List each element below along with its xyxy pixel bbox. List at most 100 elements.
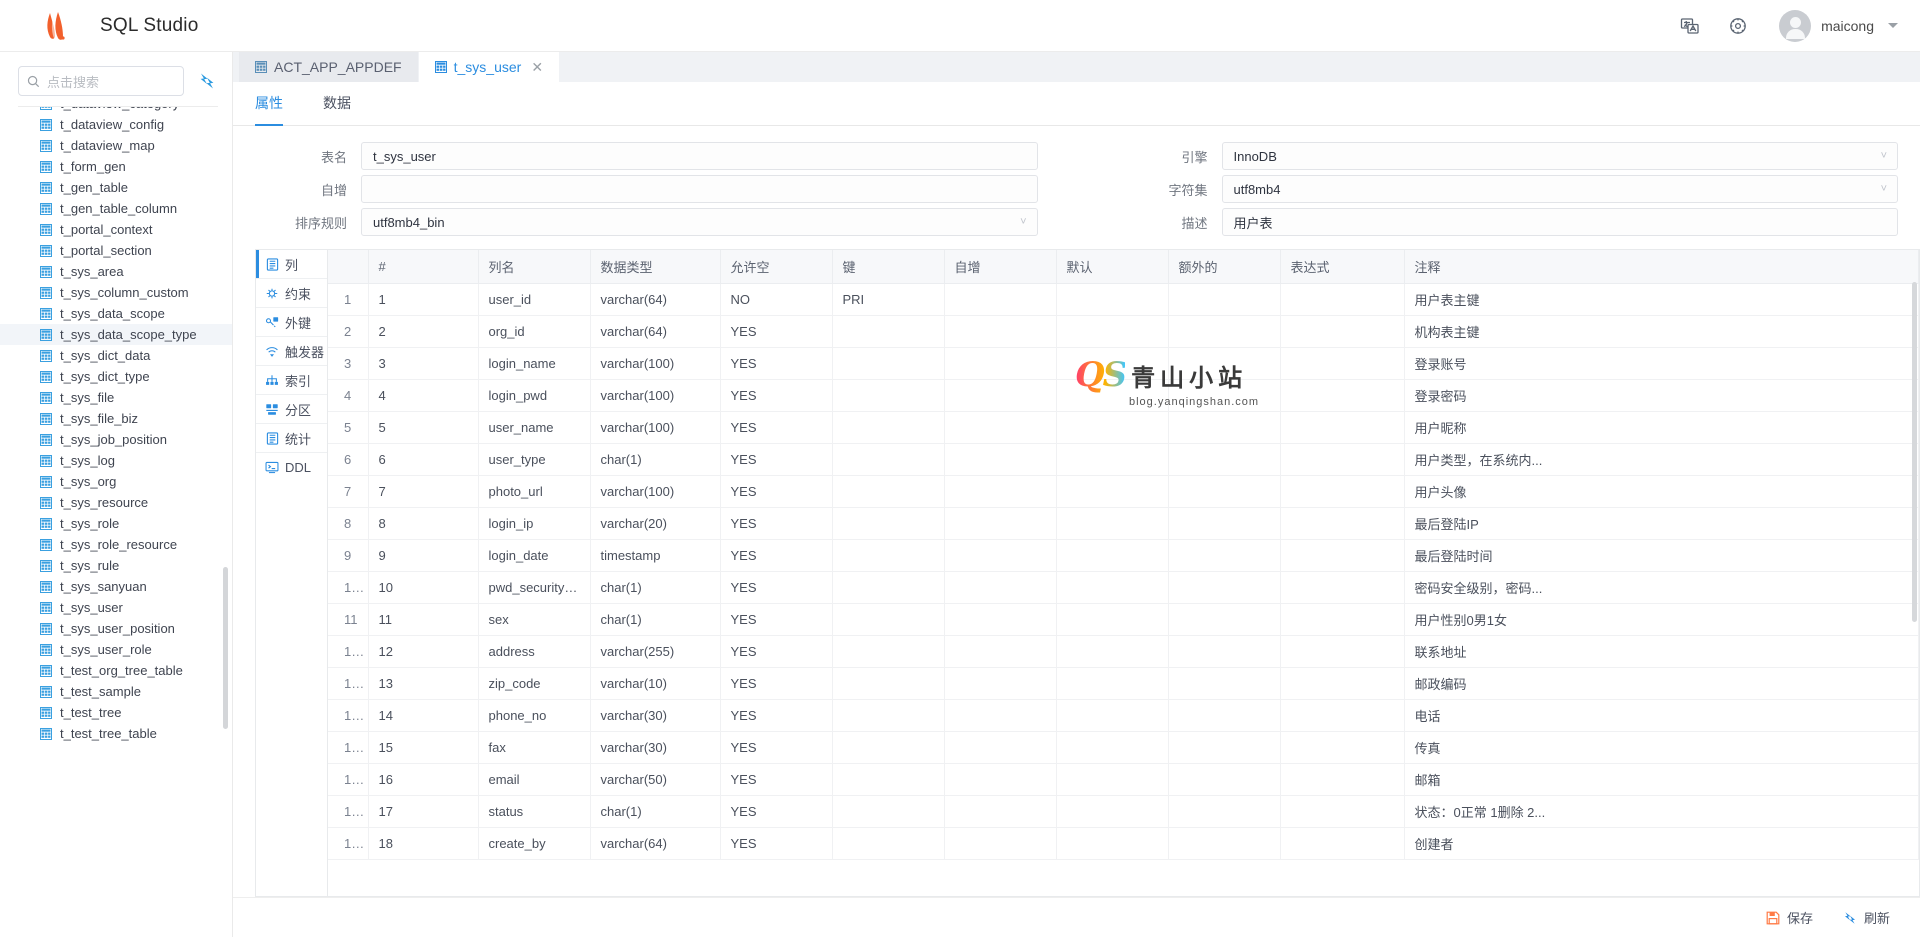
sidebar-table-item[interactable]: t_sys_log xyxy=(0,450,232,471)
grid-cell[interactable] xyxy=(1168,699,1281,732)
grid-cell[interactable]: varchar(10) xyxy=(590,667,721,700)
sidebar-table-item[interactable]: t_sys_sanyuan xyxy=(0,576,232,597)
grid-cell[interactable] xyxy=(832,507,945,540)
grid-cell[interactable] xyxy=(832,571,945,604)
grid-cell[interactable]: YES xyxy=(720,411,833,444)
grid-cell[interactable] xyxy=(1280,827,1405,860)
sidebar-table-item[interactable]: t_sys_user_position xyxy=(0,618,232,639)
sidebar-table-item[interactable]: t_sys_dict_data xyxy=(0,345,232,366)
grid-cell[interactable]: YES xyxy=(720,827,833,860)
grid-cell[interactable] xyxy=(1280,411,1405,444)
grid-cell[interactable] xyxy=(1280,763,1405,796)
grid-cell[interactable] xyxy=(1280,667,1405,700)
grid-cell[interactable]: 6 xyxy=(328,443,369,476)
grid-cell[interactable]: YES xyxy=(720,699,833,732)
grid-cell[interactable]: 9 xyxy=(368,539,479,572)
grid-cell[interactable]: status xyxy=(478,795,591,828)
grid-cell[interactable]: YES xyxy=(720,539,833,572)
grid-cell[interactable]: YES xyxy=(720,507,833,540)
grid-cell[interactable] xyxy=(832,443,945,476)
sidebar-table-item[interactable]: t_form_gen xyxy=(0,156,232,177)
grid-cell[interactable] xyxy=(944,667,1057,700)
grid-cell[interactable]: 传真 xyxy=(1404,731,1919,764)
grid-cell[interactable] xyxy=(944,315,1057,348)
close-icon[interactable]: ✕ xyxy=(531,59,543,76)
grid-cell[interactable] xyxy=(832,827,945,860)
object-tab-statistics[interactable]: 统计 xyxy=(256,424,327,453)
object-tab-ddl-terminal[interactable]: DDL xyxy=(256,453,327,482)
table-row[interactable]: 16 16 email varchar(50) YES 邮箱 xyxy=(328,763,1919,796)
grid-cell[interactable] xyxy=(944,539,1057,572)
sidebar-table-item[interactable]: t_test_tree_table xyxy=(0,723,232,744)
form-field-text[interactable] xyxy=(361,175,1038,203)
grid-cell[interactable] xyxy=(832,379,945,412)
grid-cell[interactable]: 用户头像 xyxy=(1404,475,1919,508)
grid-cell[interactable]: 4 xyxy=(368,379,479,412)
grid-cell[interactable] xyxy=(832,731,945,764)
grid-cell[interactable]: 15 xyxy=(328,731,369,764)
table-row[interactable]: 17 17 status char(1) YES 状态：0正常 1删除 2... xyxy=(328,795,1919,828)
grid-cell[interactable]: varchar(64) xyxy=(590,827,721,860)
grid-cell[interactable]: 用户类型，在系统内... xyxy=(1404,443,1919,476)
form-field-text[interactable]: 用户表 xyxy=(1221,208,1898,236)
grid-cell[interactable]: YES xyxy=(720,635,833,668)
table-row[interactable]: 10 10 pwd_security_level char(1) YES 密码安全级别，密… xyxy=(328,571,1919,604)
object-tab-foreign-key[interactable]: 外键 xyxy=(256,308,327,337)
grid-cell[interactable]: varchar(100) xyxy=(590,411,721,444)
grid-cell[interactable]: 13 xyxy=(328,667,369,700)
grid-cell[interactable]: 状态：0正常 1删除 2... xyxy=(1404,795,1919,828)
grid-cell[interactable] xyxy=(1280,283,1405,316)
grid-cell[interactable]: 1 xyxy=(328,283,369,316)
grid-cell[interactable]: 用户性别0男1女 xyxy=(1404,603,1919,636)
grid-cell[interactable]: YES xyxy=(720,763,833,796)
grid-cell[interactable]: 机构表主键 xyxy=(1404,315,1919,348)
form-field-text[interactable]: t_sys_user xyxy=(361,142,1038,170)
grid-cell[interactable]: 12 xyxy=(328,635,369,668)
grid-cell[interactable] xyxy=(832,763,945,796)
grid-cell[interactable]: sex xyxy=(478,603,591,636)
grid-cell[interactable] xyxy=(1056,795,1169,828)
grid-cell[interactable]: YES xyxy=(720,347,833,380)
grid-cell[interactable] xyxy=(1168,539,1281,572)
grid-cell[interactable]: login_name xyxy=(478,347,591,380)
grid-cell[interactable]: varchar(100) xyxy=(590,347,721,380)
table-list[interactable]: t_dataview_category t_dataview_config t_da… xyxy=(0,107,232,937)
table-row[interactable]: 11 11 sex char(1) YES 用户性别0男1女 xyxy=(328,603,1919,636)
grid-cell[interactable]: 登录密码 xyxy=(1404,379,1919,412)
grid-cell[interactable] xyxy=(1168,827,1281,860)
grid-cell[interactable]: phone_no xyxy=(478,699,591,732)
grid-cell[interactable] xyxy=(1168,571,1281,604)
grid-cell[interactable]: 11 xyxy=(368,603,479,636)
grid-cell[interactable] xyxy=(944,507,1057,540)
grid-cell[interactable]: login_date xyxy=(478,539,591,572)
grid-cell[interactable] xyxy=(944,283,1057,316)
grid-cell[interactable]: login_ip xyxy=(478,507,591,540)
grid-cell[interactable]: varchar(100) xyxy=(590,475,721,508)
table-row[interactable]: 9 9 login_date timestamp YES 最后登陆时间 xyxy=(328,539,1919,572)
grid-cell[interactable]: user_type xyxy=(478,443,591,476)
grid-cell[interactable] xyxy=(1280,699,1405,732)
sidebar-table-item[interactable]: t_sys_data_scope xyxy=(0,303,232,324)
grid-cell[interactable] xyxy=(1056,475,1169,508)
grid-cell[interactable]: char(1) xyxy=(590,795,721,828)
grid-cell[interactable] xyxy=(1168,315,1281,348)
grid-cell[interactable] xyxy=(944,827,1057,860)
grid-cell[interactable] xyxy=(1168,667,1281,700)
sidebar-table-item[interactable]: t_sys_file_biz xyxy=(0,408,232,429)
grid-cell[interactable]: 1 xyxy=(368,283,479,316)
grid-cell[interactable]: 18 xyxy=(368,827,479,860)
grid-cell[interactable] xyxy=(1168,507,1281,540)
grid-cell[interactable]: photo_url xyxy=(478,475,591,508)
grid-cell[interactable] xyxy=(1168,763,1281,796)
grid-cell[interactable]: YES xyxy=(720,603,833,636)
sidebar-table-item[interactable]: t_dataview_map xyxy=(0,135,232,156)
grid-cell[interactable] xyxy=(1056,571,1169,604)
grid-cell[interactable]: 用户表主键 xyxy=(1404,283,1919,316)
table-row[interactable]: 4 4 login_pwd varchar(100) YES 登录密码 xyxy=(328,379,1919,412)
grid-column-header[interactable]: 额外的 xyxy=(1168,250,1281,284)
grid-cell[interactable]: 创建者 xyxy=(1404,827,1919,860)
sidebar-table-item[interactable]: t_portal_section xyxy=(0,240,232,261)
grid-cell[interactable] xyxy=(944,731,1057,764)
table-row[interactable]: 6 6 user_type char(1) YES 用户类型，在系统内... xyxy=(328,443,1919,476)
sidebar-table-item[interactable]: t_gen_table_column xyxy=(0,198,232,219)
